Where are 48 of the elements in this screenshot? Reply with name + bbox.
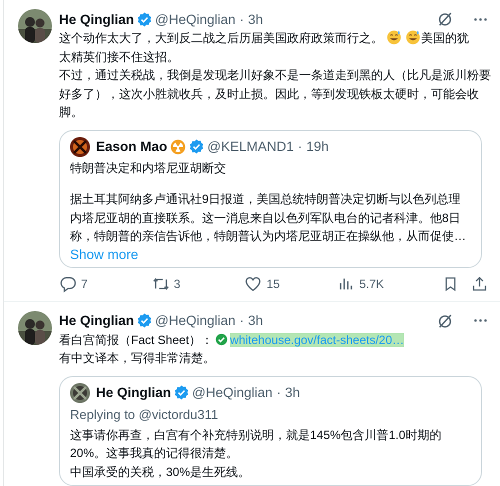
view-count: 5.7K (359, 277, 384, 291)
post-text: 不过，通过关税战，我倒是发现老川好象不是一条道走到黑的人（比凡是派川粉要好多了），这次小胜就收兵，及时止损。因此，等到发现铁板太硬时，可能会收脚。 (59, 68, 491, 119)
repost-count: 3 (174, 277, 180, 291)
author-handle: @HeQinglian (192, 385, 273, 400)
post-text: 特朗普决定和内塔尼亚胡断交 (70, 160, 226, 174)
share-icon[interactable] (470, 275, 488, 293)
repost-icon (152, 275, 170, 293)
post-text: 美国的犹 (421, 31, 469, 45)
quoted-post-card[interactable]: Eason Mao @KELMAND1 · 19h 特朗普决定和内塔尼亚胡断交 据土耳其阿纳多卢通讯社9日报道，美国总统特朗普决定切断与以色列总理内塔尼亚胡的直接联系。这一消息来自以色列军队电台的记者科津。他8日称，特朗普的亲信告诉他，特朗普认为内塔尼亚胡正在操纵他，从而促使… Show more (59, 130, 482, 268)
quoted-post-card[interactable]: He Qinglian @HeQinglian · 3h Replying to @victordu311 这事请你再查，白宫有个补充特别说明，就是145%包含川普1.0时期的20%。这事我真的记得很清楚。 中国承受的关税，30%是生死线。 (59, 376, 482, 486)
author-name[interactable]: He Qinglian (59, 12, 134, 26)
separator-dot: · (276, 385, 282, 400)
post-text: 看白宫简报（Fact Sheet）： (59, 332, 214, 346)
post-text: 据土耳其阿纳多卢通讯社9日报道，美国总统特朗普决定切断与以色列总理内塔尼亚胡的直接联系。这一消息来自以色列军队电台的记者科津。他8日称，特朗普的亲信告诉他，特朗普认为内塔尼亚胡正在操纵他，从而促使… (70, 192, 466, 243)
separator-dot: · (240, 313, 244, 328)
more-icon[interactable] (473, 16, 488, 22)
post-text: 这个动作太大了，大到反二战之后历届美国政府政策而行之。 (59, 31, 383, 45)
slashed-circle-icon[interactable] (436, 10, 454, 28)
post-text: 中国承受的关税，30%是生死线。 (70, 464, 250, 478)
check-mark-icon (215, 332, 228, 346)
post-text: 有中文译本，写得非常清楚。 (59, 351, 215, 365)
author-handle[interactable]: @HeQinglian (155, 12, 236, 26)
like-button[interactable]: 15 (244, 275, 338, 293)
post-text: 这事请你再查，白宫有个补充特别说明，就是145%包含川普1.0时期的20%。这事我真的记得很清楚。 (70, 428, 442, 460)
sweat-smile-icon (405, 29, 421, 45)
slashed-circle-icon[interactable] (436, 312, 454, 330)
author-handle: @KELMAND1 (207, 139, 294, 154)
more-icon[interactable] (473, 318, 488, 323)
post-time[interactable]: 3h (248, 313, 264, 328)
separator-dot: · (298, 139, 302, 154)
views-button[interactable]: 5.7K (337, 275, 430, 293)
author-name[interactable]: He Qinglian (59, 313, 134, 328)
replying-to-text: Replying to @victordu311 (70, 406, 220, 424)
separator-dot: · (240, 12, 244, 26)
author-name[interactable]: He Qinglian (96, 385, 172, 400)
reply-button[interactable]: 7 (59, 275, 152, 293)
post-text: 太精英们接不住这招。 (59, 50, 179, 64)
post-time: 19h (306, 139, 329, 154)
sweat-smile-icon (386, 29, 402, 45)
like-count: 15 (266, 277, 280, 291)
author-handle[interactable]: @HeQinglian (155, 313, 236, 328)
reply-count: 7 (81, 277, 88, 291)
post-time: 3h (285, 385, 300, 400)
author-name[interactable]: Eason Mao (96, 139, 168, 154)
repost-button[interactable]: 3 (152, 275, 244, 293)
heart-icon (244, 275, 262, 293)
post-time[interactable]: 3h (248, 12, 264, 26)
speech-bubble-icon (59, 275, 77, 293)
